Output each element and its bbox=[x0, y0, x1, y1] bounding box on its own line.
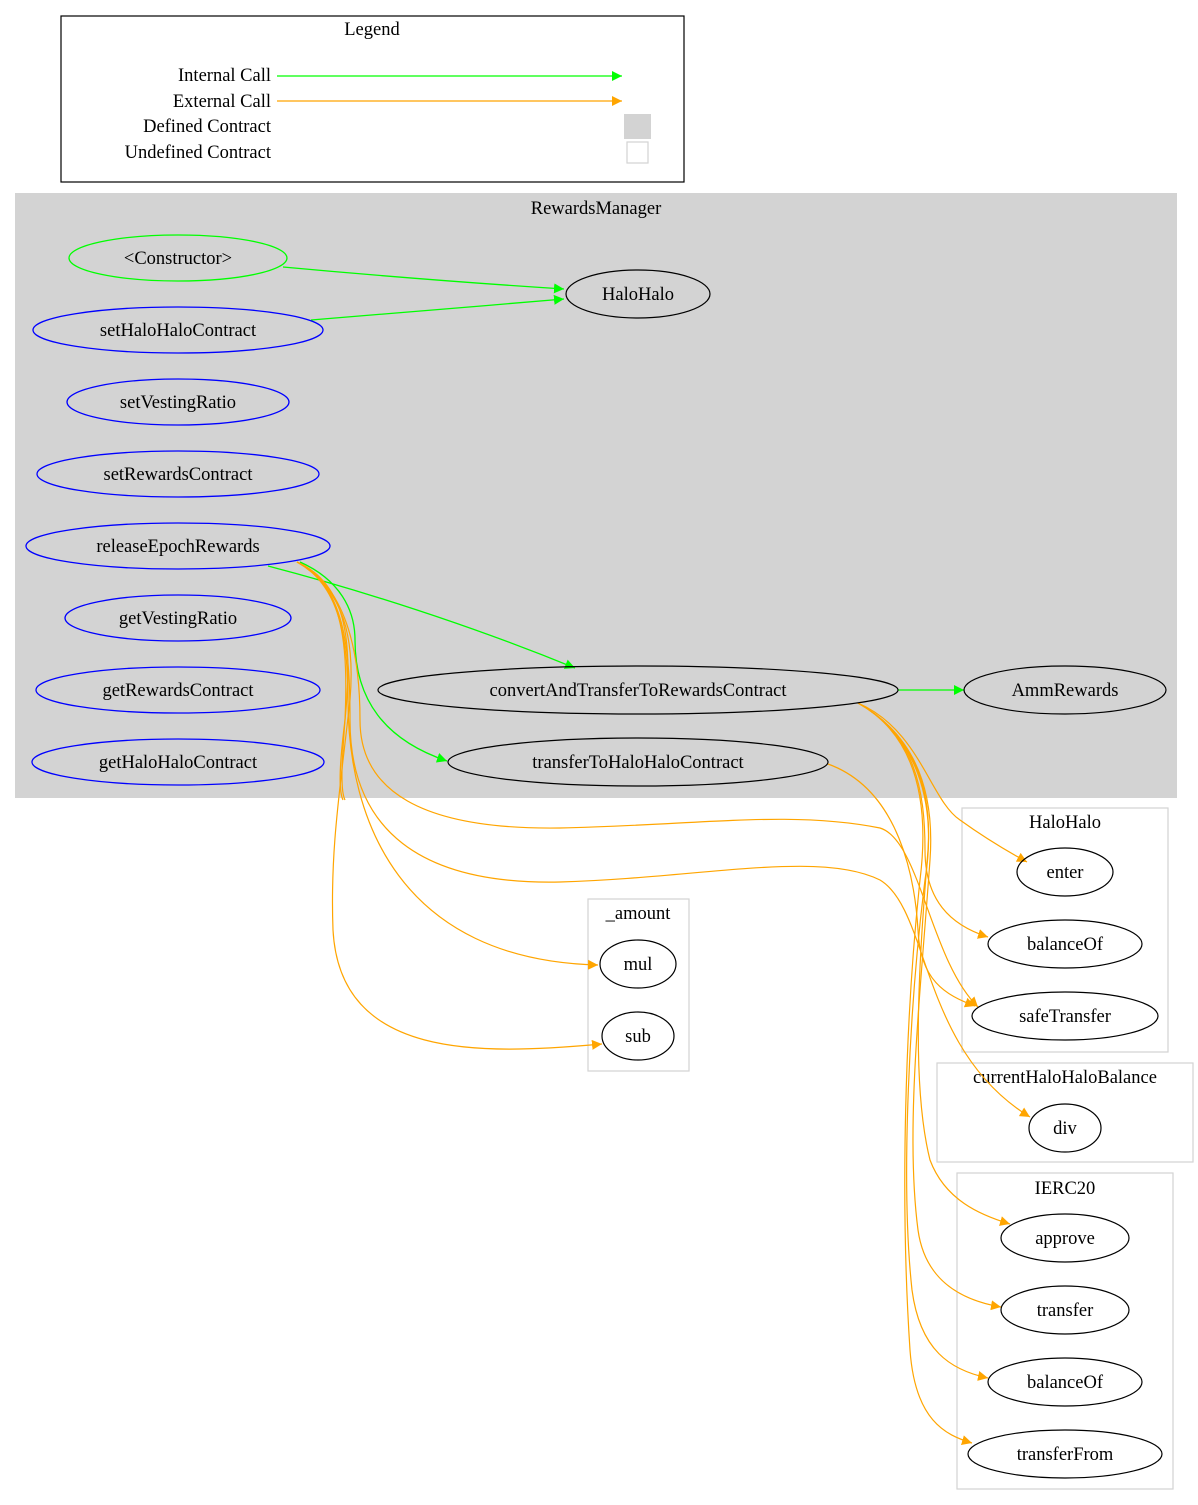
node-constructor-label: <Constructor> bbox=[124, 249, 232, 269]
node-amount-sub-label: sub bbox=[625, 1027, 651, 1047]
node-convertandtransfertorewardscontract-label: convertAndTransferToRewardsContract bbox=[489, 681, 787, 701]
node-chb-div-label: div bbox=[1053, 1119, 1077, 1139]
legend-label-internal-call: Internal Call bbox=[178, 66, 271, 86]
cluster-ierc20-box bbox=[956, 1172, 1174, 1490]
node-ierc20-approve[interactable]: approve bbox=[1000, 1213, 1130, 1263]
legend-title: Legend bbox=[344, 20, 400, 40]
cluster-rewards-manager: RewardsManager bbox=[15, 193, 1177, 798]
cluster-rewards-manager-box bbox=[15, 193, 1177, 798]
node-halohalo-balanceof-label: balanceOf bbox=[1027, 935, 1104, 955]
node-ammrewards-label: AmmRewards bbox=[1012, 681, 1119, 701]
node-gethalohalocontract-label: getHaloHaloContract bbox=[99, 753, 258, 773]
cluster-ierc20-label: IERC20 bbox=[1035, 1179, 1096, 1199]
legend-label-undefined-contract: Undefined Contract bbox=[125, 143, 272, 163]
legend-defined-contract-swatch bbox=[624, 114, 651, 139]
node-halohalo-enter[interactable]: enter bbox=[1016, 847, 1114, 897]
node-sethalohalocontract-label: setHaloHaloContract bbox=[100, 321, 257, 341]
node-halohalo-label: HaloHalo bbox=[602, 285, 674, 305]
node-transfertohalohalocontract-label: transferToHaloHaloContract bbox=[532, 753, 744, 773]
legend: Legend Internal Call External Call Defin… bbox=[60, 15, 685, 183]
node-getvestingratio-label: getVestingRatio bbox=[119, 609, 237, 629]
node-ierc20-approve-label: approve bbox=[1035, 1229, 1095, 1249]
edge-convertandtransfer-to-ierc20-balanceof bbox=[857, 702, 989, 1381]
cluster-rewards-manager-label: RewardsManager bbox=[531, 199, 661, 219]
node-amount-mul[interactable]: mul bbox=[599, 939, 677, 989]
node-ierc20-balanceof[interactable]: balanceOf bbox=[987, 1357, 1143, 1407]
node-releaseepochrewards-label: releaseEpochRewards bbox=[96, 537, 259, 557]
node-ierc20-transfer[interactable]: transfer bbox=[1000, 1285, 1130, 1335]
node-halohalo-safetransfer-label: safeTransfer bbox=[1019, 1007, 1111, 1027]
cluster-ierc20: IERC20 bbox=[956, 1172, 1174, 1490]
node-ierc20-balanceof-label: balanceOf bbox=[1027, 1373, 1104, 1393]
legend-label-external-call: External Call bbox=[173, 92, 271, 112]
call-graph: Legend Internal Call External Call Defin… bbox=[15, 15, 1194, 1490]
node-halohalo-enter-label: enter bbox=[1047, 863, 1084, 883]
legend-label-defined-contract: Defined Contract bbox=[143, 117, 272, 137]
legend-undefined-contract-swatch bbox=[626, 141, 649, 164]
node-setvestingratio-label: setVestingRatio bbox=[120, 393, 236, 413]
node-amount-sub[interactable]: sub bbox=[601, 1011, 675, 1061]
cluster-current-halohalo-balance: currentHaloHaloBalance bbox=[936, 1062, 1194, 1163]
node-ierc20-transfer-label: transfer bbox=[1037, 1301, 1094, 1321]
cluster-current-halohalo-balance-label: currentHaloHaloBalance bbox=[973, 1068, 1157, 1088]
node-halohalo-safetransfer[interactable]: safeTransfer bbox=[971, 991, 1159, 1041]
node-halohalo-balanceof[interactable]: balanceOf bbox=[987, 919, 1143, 969]
cluster-halohalo-label: HaloHalo bbox=[1029, 813, 1101, 833]
node-setrewardscontract-label: setRewardsContract bbox=[104, 465, 254, 485]
node-getrewardscontract-label: getRewardsContract bbox=[102, 681, 254, 701]
cluster-amount-label: _amount bbox=[605, 904, 672, 924]
node-ierc20-transferfrom-label: transferFrom bbox=[1017, 1445, 1114, 1465]
node-amount-mul-label: mul bbox=[624, 955, 653, 975]
node-chb-div[interactable]: div bbox=[1028, 1103, 1102, 1153]
node-ierc20-transferfrom[interactable]: transferFrom bbox=[967, 1429, 1163, 1479]
